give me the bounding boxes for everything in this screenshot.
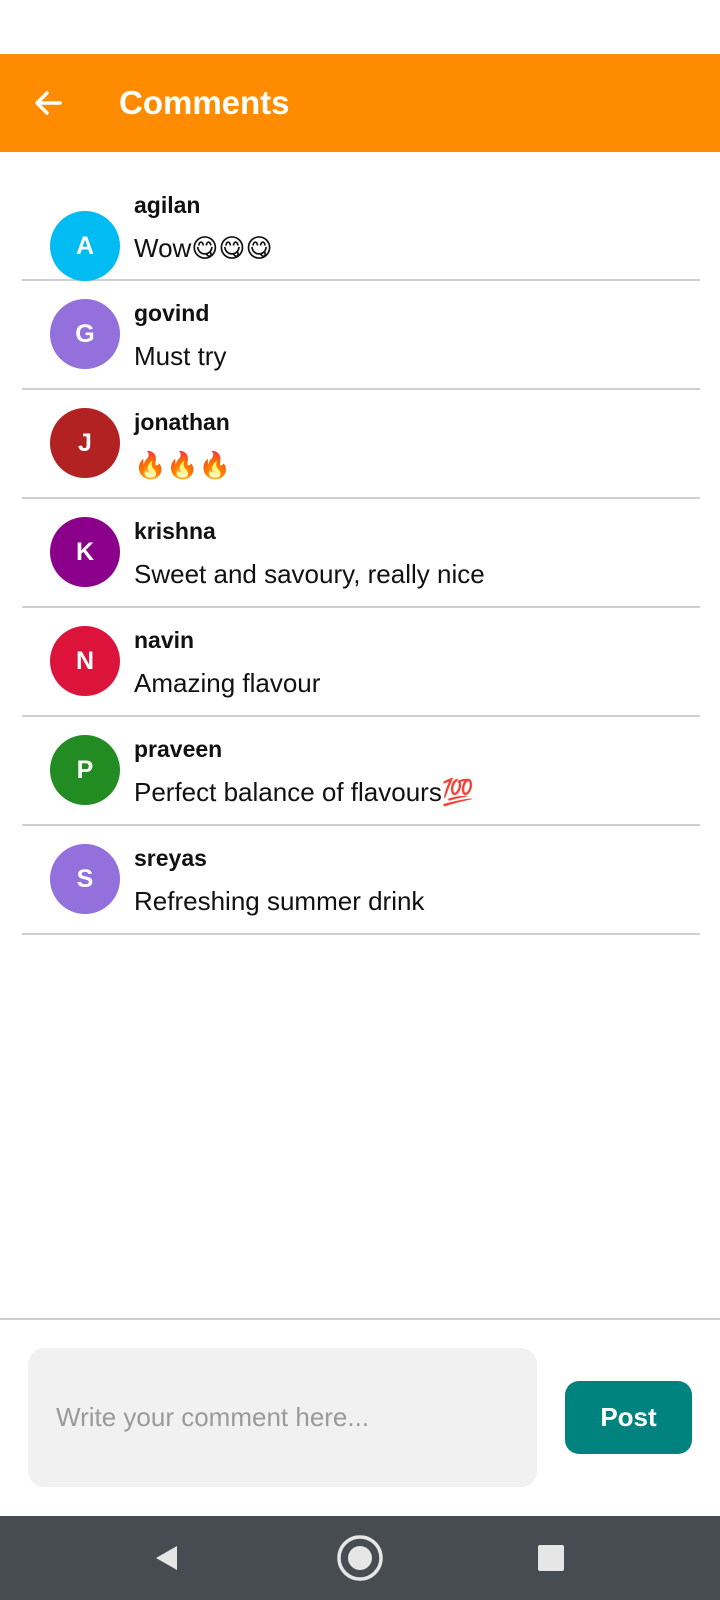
square-recents-icon xyxy=(538,1545,564,1571)
triangle-back-icon xyxy=(156,1546,177,1570)
avatar: N xyxy=(50,626,120,696)
arrow-left-icon xyxy=(35,91,62,115)
system-nav-bar xyxy=(0,1516,720,1600)
avatar: P xyxy=(50,735,120,805)
comment-text: Must try xyxy=(134,341,227,371)
comment-text: Sweet and savoury, really nice xyxy=(134,559,485,589)
comment-item: P praveen Perfect balance of flavours💯 xyxy=(22,717,700,826)
avatar: J xyxy=(50,408,120,478)
composer-divider xyxy=(0,1318,720,1320)
comment-text: Amazing flavour xyxy=(134,668,321,698)
circle-home-icon xyxy=(337,1535,383,1581)
comment-item: N navin Amazing flavour xyxy=(22,608,700,717)
avatar: S xyxy=(50,844,120,914)
comment-item: G govind Must try xyxy=(22,281,700,390)
comments-screen: Comments A agilan Wow😋😋😋 G govind Must t… xyxy=(0,0,720,1600)
comment-author: sreyas xyxy=(134,845,207,871)
page-title: Comments xyxy=(119,84,290,121)
comment-list: A agilan Wow😋😋😋 G govind Must try J jona… xyxy=(0,152,720,935)
nav-recents-button[interactable] xyxy=(527,1534,575,1582)
nav-back-button[interactable] xyxy=(143,1534,191,1582)
comment-author: navin xyxy=(134,627,195,653)
back-button[interactable] xyxy=(26,81,70,125)
comment-item: A agilan Wow😋😋😋 xyxy=(22,152,700,281)
comment-item: S sreyas Refreshing summer drink xyxy=(22,826,700,935)
comment-text: Perfect balance of flavours💯 xyxy=(134,777,475,807)
comment-text: Wow😋😋😋 xyxy=(134,233,273,263)
post-button[interactable]: Post xyxy=(565,1381,692,1454)
comment-text: 🔥🔥🔥 xyxy=(134,450,232,480)
comment-item: J jonathan 🔥🔥🔥 xyxy=(22,390,700,499)
app-bar: Comments xyxy=(0,54,720,152)
comment-author: agilan xyxy=(134,192,201,218)
nav-home-button[interactable] xyxy=(336,1534,384,1582)
comment-author: krishna xyxy=(134,518,216,544)
avatar: G xyxy=(50,299,120,369)
status-bar xyxy=(0,0,720,54)
avatar: A xyxy=(50,211,120,281)
comment-input[interactable] xyxy=(28,1348,537,1487)
comment-author: jonathan xyxy=(134,409,230,435)
avatar: K xyxy=(50,517,120,587)
comment-text: Refreshing summer drink xyxy=(134,886,425,916)
comment-author: govind xyxy=(134,300,210,326)
comment-item: K krishna Sweet and savoury, really nice xyxy=(22,499,700,608)
comment-author: praveen xyxy=(134,736,223,762)
